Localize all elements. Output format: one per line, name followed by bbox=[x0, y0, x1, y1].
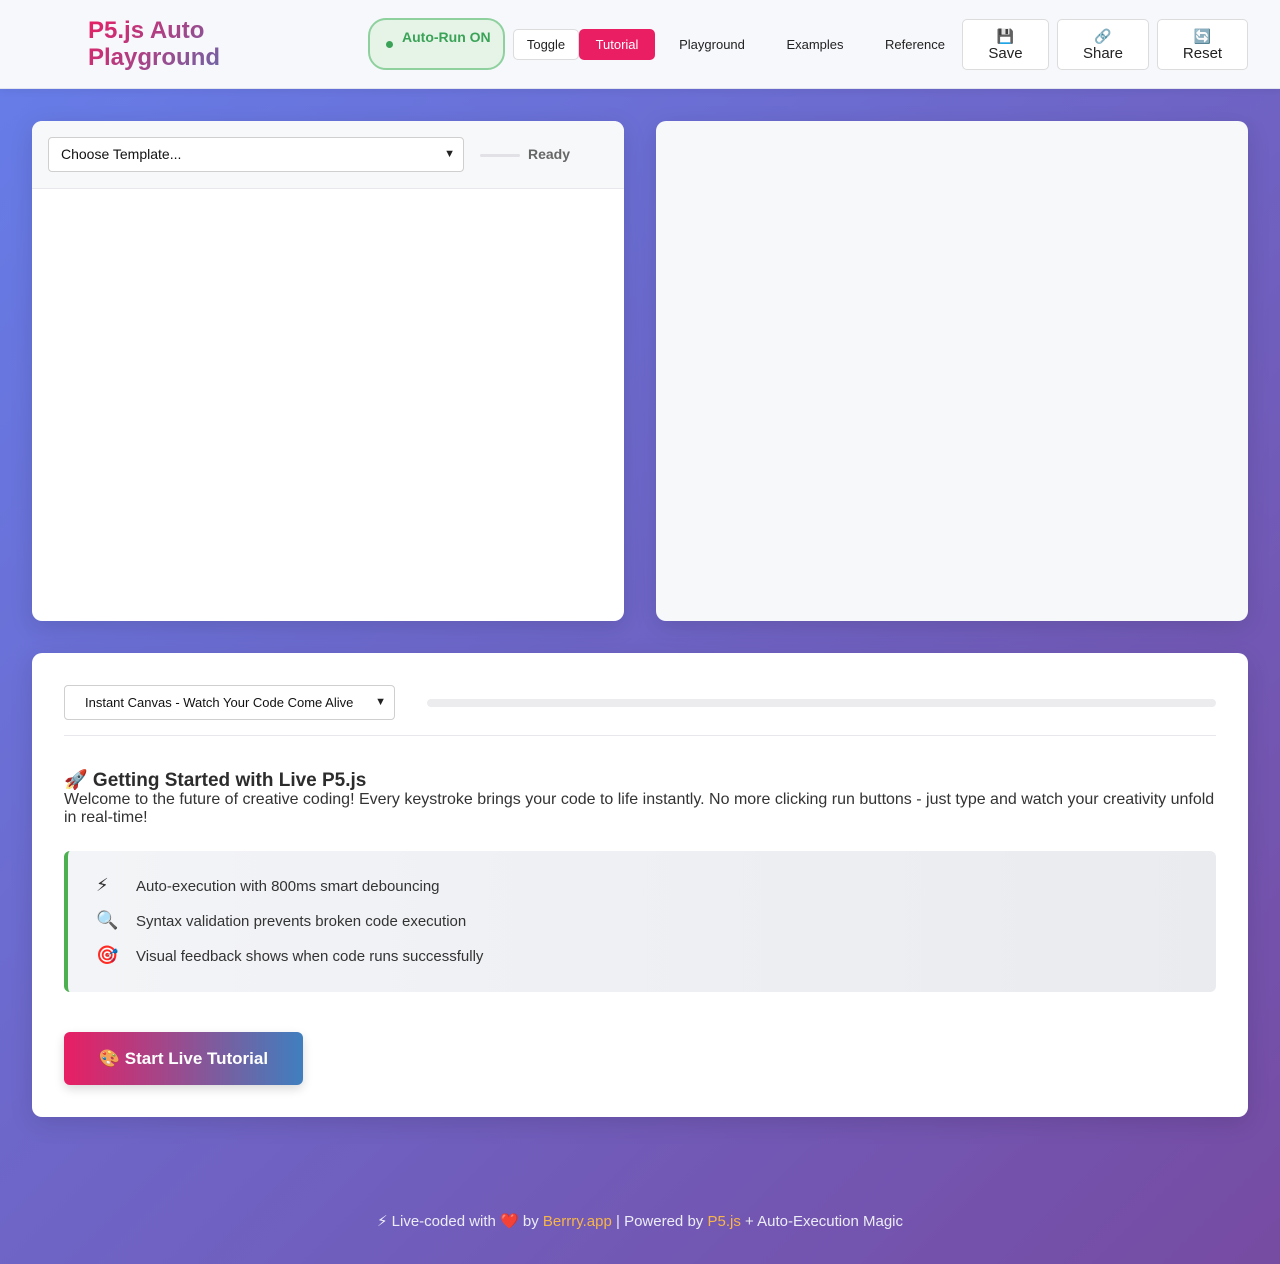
status-text: Ready bbox=[528, 146, 571, 162]
reset-button[interactable]: 🔄 Reset bbox=[1157, 19, 1248, 70]
start-tutorial-button[interactable]: 🎨 Start Live Tutorial bbox=[64, 1032, 303, 1085]
tutorial-select[interactable]: Instant Canvas - Watch Your Code Come Al… bbox=[64, 685, 395, 720]
chevron-down-icon: ▼ bbox=[375, 696, 386, 708]
share-button[interactable]: 🔗 Share bbox=[1057, 19, 1149, 70]
footer-prefix: ⚡ Live-coded with ❤️ by bbox=[376, 1213, 543, 1230]
tutorial-panel: Instant Canvas - Watch Your Code Come Al… bbox=[32, 653, 1248, 1117]
template-select-value: Choose Template... bbox=[61, 146, 182, 162]
code-editor-panel: Choose Template... ▼ Ready bbox=[32, 121, 624, 621]
tutorial-select-value: Instant Canvas - Watch Your Code Come Al… bbox=[85, 695, 354, 710]
tutorial-description: Welcome to the future of creative coding… bbox=[64, 791, 1215, 826]
share-label: Share bbox=[1082, 45, 1124, 62]
link-icon: 🔗 bbox=[1094, 28, 1112, 44]
save-icon: 💾 bbox=[996, 28, 1015, 44]
autorun-indicator[interactable]: Auto-Run ON bbox=[368, 18, 505, 70]
list-item: 🎯 Visual feedback shows when code runs su… bbox=[96, 943, 483, 967]
feature-text: Visual feedback shows when code runs suc… bbox=[136, 948, 484, 965]
toggle-button[interactable]: Toggle bbox=[513, 29, 579, 60]
status-divider bbox=[480, 154, 520, 157]
reset-label: Reset bbox=[1182, 45, 1223, 62]
feature-text: Auto-execution with 800ms smart debounci… bbox=[136, 878, 440, 895]
save-button[interactable]: 💾 Save bbox=[962, 19, 1049, 70]
code-editor[interactable] bbox=[32, 189, 624, 621]
top-header: P5.js Auto Playground Auto-Run ON Toggle… bbox=[0, 0, 1280, 89]
status-dot-icon bbox=[386, 41, 393, 48]
lightning-icon: ⚡ bbox=[96, 875, 109, 895]
p5js-link[interactable]: P5.js bbox=[707, 1213, 740, 1230]
list-item: ⚡ Auto-execution with 800ms smart debounc… bbox=[96, 873, 440, 897]
template-select[interactable]: Choose Template... ▼ bbox=[48, 137, 464, 172]
magnifier-icon: 🔍 bbox=[96, 910, 119, 930]
footer-middle: | Powered by bbox=[611, 1213, 708, 1230]
autorun-label: Auto-Run ON bbox=[402, 29, 491, 45]
feature-list: ⚡ Auto-execution with 800ms smart debounc… bbox=[64, 851, 1216, 992]
editor-toolbar: Choose Template... ▼ Ready bbox=[32, 121, 624, 189]
save-label: Save bbox=[988, 45, 1023, 62]
tab-tutorial[interactable]: Tutorial bbox=[579, 29, 655, 60]
footer-suffix: + Auto-Execution Magic bbox=[740, 1213, 904, 1230]
chevron-down-icon: ▼ bbox=[444, 148, 455, 160]
refresh-icon: 🔄 bbox=[1193, 28, 1212, 44]
target-icon: 🎯 bbox=[96, 945, 119, 965]
divider bbox=[64, 735, 1216, 736]
footer: ⚡ Live-coded with ❤️ by Berrry.app | Pow… bbox=[0, 1212, 1280, 1230]
tutorial-progress-bar bbox=[427, 699, 1216, 707]
feature-text: Syntax validation prevents broken code e… bbox=[136, 913, 467, 930]
list-item: 🔍 Syntax validation prevents broken code … bbox=[96, 908, 466, 932]
app-logo: P5.js Auto Playground bbox=[88, 17, 288, 71]
berrry-link[interactable]: Berrry.app bbox=[543, 1213, 612, 1230]
tab-playground[interactable]: Playground bbox=[666, 29, 758, 60]
canvas-preview-panel[interactable] bbox=[656, 121, 1248, 621]
tab-examples[interactable]: Examples bbox=[774, 29, 856, 60]
tab-reference[interactable]: Reference bbox=[872, 29, 958, 60]
tutorial-title: 🚀 Getting Started with Live P5.js bbox=[64, 770, 367, 791]
